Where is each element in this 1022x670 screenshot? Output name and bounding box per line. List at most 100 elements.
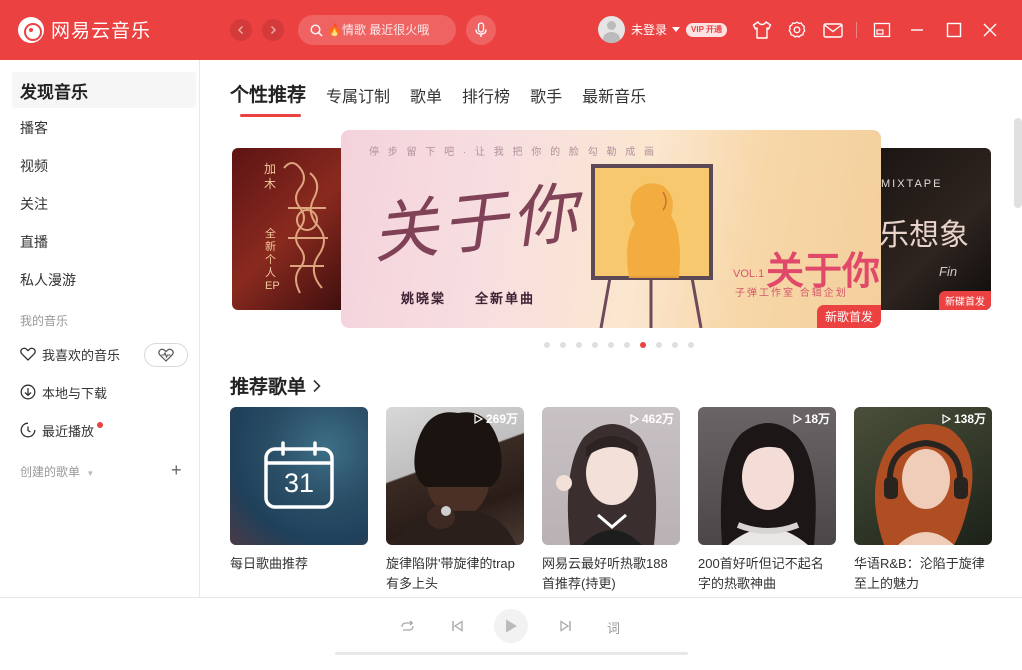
tab-playlists[interactable]: 歌单 xyxy=(410,83,442,107)
playlist-title[interactable]: 200首好听但记不起名字的热歌神曲 xyxy=(698,554,836,594)
forward-button[interactable] xyxy=(262,19,284,41)
play-icon xyxy=(793,413,802,424)
created-playlists-label: 创建的歌单 xyxy=(20,465,81,479)
carousel-dot-active[interactable] xyxy=(640,342,646,348)
playlist-cover[interactable]: 31 xyxy=(230,407,368,545)
previous-icon xyxy=(452,620,463,632)
settings-button[interactable] xyxy=(787,20,807,40)
close-button[interactable] xyxy=(980,20,1000,40)
lyrics-button[interactable]: 词 xyxy=(607,618,620,637)
playlist-title[interactable]: 每日歌曲推荐 xyxy=(230,554,368,574)
avatar[interactable] xyxy=(598,16,625,43)
download-icon xyxy=(20,384,36,400)
banner-next-sub: Fin xyxy=(939,264,958,279)
playlist-card[interactable]: 138万 华语R&B：沦陷于旋律至上的魅力 xyxy=(854,407,992,594)
sidebar-item-liked-music[interactable]: 我喜欢的音乐 xyxy=(20,344,120,364)
play-mode-button[interactable] xyxy=(399,618,415,634)
app-logo[interactable]: 网易云音乐 xyxy=(18,16,151,43)
playlist-card-daily[interactable]: 31 每日歌曲推荐 xyxy=(230,407,368,574)
carousel-dot[interactable] xyxy=(560,342,566,348)
user-menu[interactable]: 未登录 VIP 开通 xyxy=(598,16,727,43)
chevron-right-icon xyxy=(313,379,321,392)
play-button[interactable] xyxy=(494,609,528,643)
discover-tabs: 个性推荐 专属订制 歌单 排行榜 歌手 最新音乐 xyxy=(230,80,666,117)
sidebar-item-recent[interactable]: 最近播放 xyxy=(20,420,104,440)
banner-prev-artist: 加木 xyxy=(264,162,277,191)
sidebar-item-local-download[interactable]: 本地与下载 xyxy=(20,382,107,402)
next-button[interactable] xyxy=(558,618,574,634)
sidebar-item-label: 我喜欢的音乐 xyxy=(42,347,121,363)
sidebar-item-private-fm[interactable]: 私人漫游 xyxy=(12,262,196,298)
carousel-dot[interactable] xyxy=(624,342,630,348)
mic-icon xyxy=(475,22,487,37)
playlist-card[interactable]: 269万 旋律陷阱'带旋律的trap有多上头 xyxy=(386,407,524,594)
banner-next-title: MIXTAPE xyxy=(881,178,943,190)
playlist-card[interactable]: 462万 网易云最好听热歌188首推荐(持更) xyxy=(542,407,680,594)
settings-icon xyxy=(788,21,806,38)
carousel-dot[interactable] xyxy=(592,342,598,348)
play-icon xyxy=(942,413,951,424)
playlist-title[interactable]: 旋律陷阱'带旋律的trap有多上头 xyxy=(386,554,524,594)
calendar-day: 31 xyxy=(283,468,315,498)
sidebar-item-label: 最近播放 xyxy=(42,423,95,439)
vip-badge[interactable]: VIP 开通 xyxy=(686,22,727,37)
carousel-dot[interactable] xyxy=(688,342,694,348)
created-playlists-heading[interactable]: 创建的歌单 ▼ xyxy=(20,463,94,480)
user-name[interactable]: 未登录 xyxy=(631,21,667,38)
skin-icon xyxy=(752,21,772,39)
banner-vol: VOL.1 xyxy=(733,268,765,280)
play-count-value: 138万 xyxy=(953,412,986,426)
tab-exclusive[interactable]: 专属订制 xyxy=(326,83,390,107)
maximize-button[interactable] xyxy=(944,20,964,40)
sidebar: 发现音乐 播客 视频 关注 直播 私人漫游 我的音乐 我喜欢的音乐 本地与下载 xyxy=(0,60,200,597)
heartbeat-mode-button[interactable] xyxy=(144,343,188,367)
section-title: 推荐歌单 xyxy=(230,377,307,398)
add-playlist-button[interactable]: + xyxy=(171,461,182,479)
playlist-cover[interactable]: 269万 xyxy=(386,407,524,545)
carousel-dot[interactable] xyxy=(608,342,614,348)
tab-charts[interactable]: 排行榜 xyxy=(462,83,510,107)
cover-art-girl xyxy=(556,424,657,545)
back-button[interactable] xyxy=(230,19,252,41)
play-count-value: 269万 xyxy=(485,412,518,426)
recommended-playlists-heading[interactable]: 推荐歌单 xyxy=(230,372,322,399)
play-count: 138万 xyxy=(942,410,986,427)
banner-prev-title: 全新个人EP xyxy=(265,228,280,292)
carousel-dot[interactable] xyxy=(576,342,582,348)
mail-button[interactable] xyxy=(823,20,843,40)
play-count: 269万 xyxy=(474,410,518,427)
progress-bar[interactable] xyxy=(335,652,688,655)
carousel-dot[interactable] xyxy=(544,342,550,348)
chevron-down-icon[interactable]: ▼ xyxy=(86,469,94,478)
tab-new-music[interactable]: 最新音乐 xyxy=(582,83,646,107)
playlist-cover[interactable]: 18万 xyxy=(698,407,836,545)
tab-personal-recommend[interactable]: 个性推荐 xyxy=(230,80,306,117)
banner-next[interactable]: MIXTAPE 乐想象 Fin 新碟首发 xyxy=(865,148,991,310)
sidebar-item-discover[interactable]: 发现音乐 xyxy=(12,72,196,108)
next-icon xyxy=(560,620,571,632)
carousel-dot[interactable] xyxy=(656,342,662,348)
banner-artist: 姚晓棠 xyxy=(401,291,447,306)
minimize-button[interactable] xyxy=(907,20,927,40)
search-box[interactable] xyxy=(298,15,456,45)
banner-prev[interactable]: 加木 全新个人EP xyxy=(232,148,352,310)
sidebar-item-follow[interactable]: 关注 xyxy=(12,186,196,222)
playlist-title[interactable]: 网易云最好听热歌188首推荐(持更) xyxy=(542,554,680,594)
chevron-down-icon[interactable] xyxy=(672,27,681,32)
tab-singers[interactable]: 歌手 xyxy=(530,83,562,107)
sidebar-item-podcast[interactable]: 播客 xyxy=(12,110,196,146)
carousel-dot[interactable] xyxy=(672,342,678,348)
playlist-cover[interactable]: 138万 xyxy=(854,407,992,545)
voice-search-button[interactable] xyxy=(466,15,496,45)
skin-button[interactable] xyxy=(752,20,772,40)
previous-button[interactable] xyxy=(449,618,465,634)
playlist-cover[interactable]: 462万 xyxy=(542,407,680,545)
search-input[interactable] xyxy=(327,23,447,37)
scrollbar[interactable] xyxy=(1014,118,1022,208)
sidebar-item-live[interactable]: 直播 xyxy=(12,224,196,260)
banner-main[interactable]: 停 步 留 下 吧 · 让 我 把 你 的 脸 勾 勒 成 画 关于你 姚晓棠 … xyxy=(341,130,881,328)
playlist-title[interactable]: 华语R&B：沦陷于旋律至上的魅力 xyxy=(854,554,992,594)
playlist-card[interactable]: 18万 200首好听但记不起名字的热歌神曲 xyxy=(698,407,836,594)
mini-mode-button[interactable] xyxy=(872,20,892,40)
sidebar-item-video[interactable]: 视频 xyxy=(12,148,196,184)
